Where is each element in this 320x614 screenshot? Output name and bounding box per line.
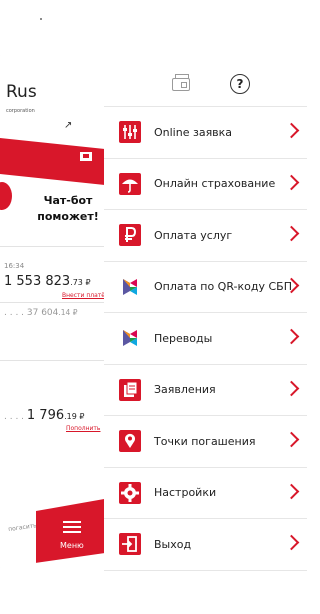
map-pin-icon: [119, 430, 141, 452]
menu-item-applications[interactable]: Заявления: [104, 365, 307, 416]
loan-balance-cents: .73 ₽: [70, 278, 91, 287]
card-balance-cents: .19 ₽: [64, 412, 85, 421]
drawer-menu: Online заявка Онлайн страхование Оплата …: [104, 106, 307, 571]
menu-item-label: Точки погашения: [154, 434, 256, 448]
menu-button[interactable]: [36, 496, 112, 568]
divider: [0, 302, 112, 303]
drawer-header: ?: [104, 70, 307, 100]
menu-item-label: Настройки: [154, 486, 217, 500]
menu-item-label: Переводы: [154, 331, 213, 345]
background-app-card[interactable]: Rus corporation ↗ Чат-бот поможет! 16:34…: [0, 55, 112, 568]
card-balance: . . . . 1 796.19 ₽: [4, 408, 85, 423]
status-indicator: [40, 18, 42, 20]
sbp-icon: [123, 278, 137, 295]
chevron-right-icon: [284, 326, 300, 348]
chevron-right-icon: [284, 120, 300, 142]
hamburger-icon: [63, 521, 81, 536]
umbrella-icon: [119, 172, 141, 195]
menu-item-label: Онлайн страхование: [154, 177, 276, 191]
menu-item-label: Оплата по QR-коду СБП: [154, 280, 292, 294]
header-band: [0, 138, 112, 186]
secondary-amount: . . . . 37 604.14 ₽: [4, 308, 78, 318]
chatbot-banner[interactable]: Чат-бот поможет!: [28, 193, 108, 225]
menu-item-repayment-points[interactable]: Точки погашения: [104, 416, 307, 468]
chevron-right-icon: [284, 223, 300, 245]
menu-item-label: Оплата услуг: [154, 228, 233, 242]
chevron-right-icon: [284, 378, 300, 400]
chevron-right-icon: [284, 481, 300, 503]
menu-item-label: Заявления: [154, 383, 216, 397]
menu-item-insurance[interactable]: Онлайн страхование: [104, 159, 307, 210]
exit-icon: [119, 533, 141, 555]
documents-icon: [119, 378, 141, 401]
menu-item-label: Online заявка: [154, 125, 233, 139]
menu-item-online-request[interactable]: Online заявка: [104, 107, 307, 159]
card-balance-main: 1 796: [26, 408, 65, 423]
divider: [0, 246, 112, 247]
chevron-right-icon: [284, 172, 300, 194]
menu-item-settings[interactable]: Настройки: [104, 468, 307, 519]
ruble-icon: [119, 224, 141, 246]
chatbot-avatar: [0, 182, 12, 210]
menu-item-logout[interactable]: Выход: [104, 519, 307, 571]
chevron-right-icon: [284, 429, 300, 451]
menu-item-transfers[interactable]: Переводы: [104, 313, 307, 365]
sbp-transfer-icon: [123, 330, 137, 346]
loan-balance-main: 1 553 823: [4, 274, 71, 289]
chevron-right-icon: [284, 275, 300, 297]
navigation-drawer: ? Online заявка Онлайн страхование Оплат…: [104, 0, 307, 614]
chevron-right-icon: [284, 532, 300, 554]
secondary-amount-cents: .14 ₽: [58, 308, 78, 317]
menu-button-label: Меню: [60, 541, 84, 550]
divider: [0, 360, 112, 361]
loan-balance: 1 553 823.73 ₽: [4, 274, 91, 289]
wallet-icon[interactable]: [172, 74, 190, 91]
menu-item-pay-services[interactable]: Оплата услуг: [104, 210, 307, 262]
bank-logo-text: Rus: [6, 82, 37, 102]
secondary-amount-main: 37 604: [26, 308, 59, 318]
gear-icon: [119, 481, 141, 504]
help-icon[interactable]: ?: [230, 74, 250, 94]
timestamp: 16:34: [4, 262, 25, 270]
message-icon: [80, 152, 92, 161]
menu-item-sbp-qr[interactable]: Оплата по QR-коду СБП: [104, 262, 307, 313]
online-request-icon: [119, 121, 141, 143]
bank-logo-subtext: corporation: [6, 108, 35, 114]
arrow-icon: ↗: [64, 120, 73, 131]
top-up-link[interactable]: Пополнить: [66, 425, 100, 432]
menu-item-label: Выход: [154, 537, 192, 551]
